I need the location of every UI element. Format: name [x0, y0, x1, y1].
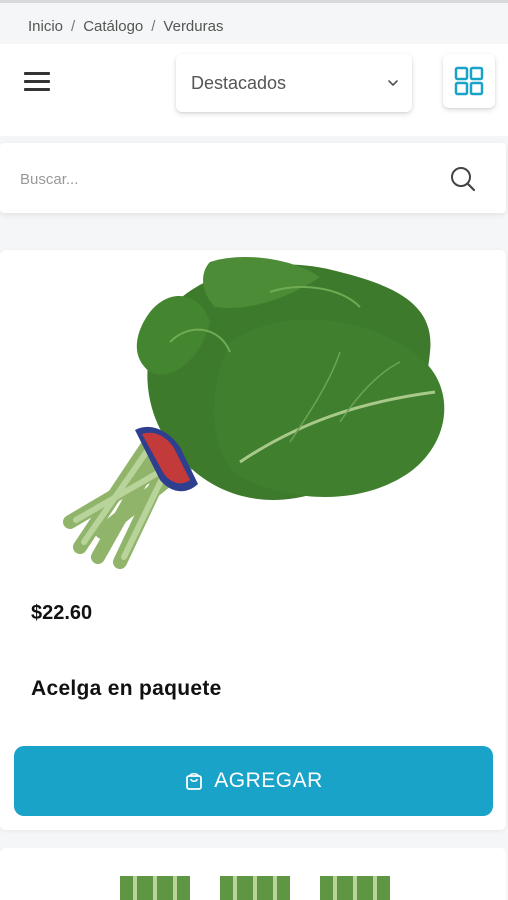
sort-selected-label: Destacados	[191, 72, 287, 93]
shopping-bag-icon	[186, 772, 203, 790]
chard-bunch-image[interactable]	[40, 252, 460, 572]
toolbar: Destacados	[0, 44, 508, 136]
breadcrumb-item-catalogo[interactable]: Catálogo	[83, 18, 143, 35]
breadcrumb-item-inicio[interactable]: Inicio	[28, 18, 63, 35]
add-to-cart-button[interactable]: AGREGAR	[14, 746, 493, 816]
chevron-down-icon	[388, 80, 398, 86]
section-gap	[0, 222, 508, 250]
search-bar	[0, 143, 506, 213]
search-icon[interactable]	[448, 164, 478, 194]
add-to-cart-label: AGREGAR	[214, 769, 323, 792]
sort-select[interactable]: Destacados	[176, 54, 412, 112]
product-price: $22.60	[31, 602, 93, 624]
top-border	[0, 0, 508, 3]
hamburger-icon[interactable]	[22, 70, 54, 94]
next-product-image	[120, 876, 390, 900]
breadcrumb-separator: /	[151, 17, 156, 35]
grid-view-icon	[454, 66, 484, 96]
search-input[interactable]	[20, 165, 420, 193]
product-name[interactable]: Acelga en paquete	[31, 677, 222, 701]
breadcrumb-item-verduras: Verduras	[163, 17, 224, 35]
grid-view-button[interactable]	[443, 54, 495, 108]
breadcrumb: Inicio / Catálogo / Verduras	[28, 16, 223, 36]
breadcrumb-separator: /	[71, 17, 76, 35]
